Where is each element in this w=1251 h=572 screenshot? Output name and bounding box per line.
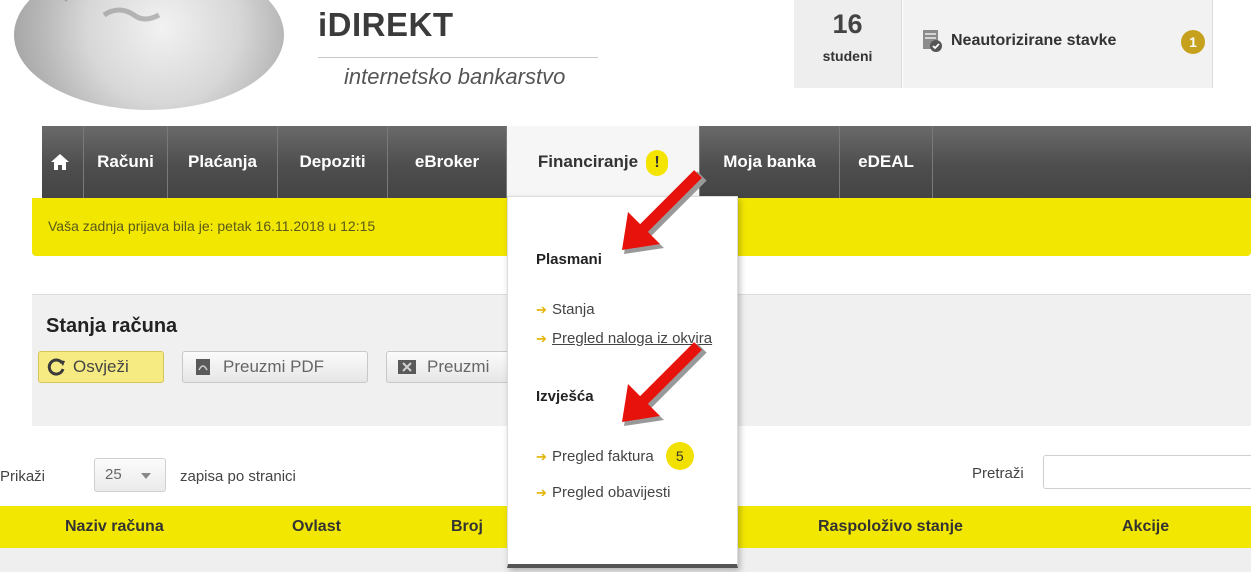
red-arrow-annotation	[622, 342, 707, 426]
column-number[interactable]: Broj	[451, 518, 483, 536]
download-excel-label: Preuzmi	[427, 357, 490, 376]
menu-item-pregled-faktura[interactable]: ➔ Pregled faktura 5	[536, 442, 694, 470]
page: iDIREKT internetsko bankarstvo 16 studen…	[0, 0, 1251, 572]
last-login-text: Vaša zadnja prijava bila je: petak 16.11…	[48, 218, 376, 234]
refresh-button[interactable]: Osvježi	[38, 351, 164, 383]
brand-divider	[318, 57, 598, 58]
date-month: studeni	[822, 48, 873, 64]
nav-placanja[interactable]: Plaćanja	[168, 126, 278, 198]
nav-depoziti[interactable]: Depoziti	[278, 126, 388, 198]
search-input[interactable]	[1043, 455, 1251, 489]
column-authority[interactable]: Ovlast	[292, 518, 341, 536]
refresh-icon	[47, 358, 65, 376]
show-label: Prikaži	[0, 468, 46, 485]
nav-home[interactable]	[42, 126, 84, 198]
nav-moja-banka[interactable]: Moja banka	[700, 126, 840, 198]
dropdown-heading-plasmani: Plasmani	[536, 251, 602, 268]
unauthorized-count-badge: 1	[1181, 30, 1205, 54]
per-page-label: zapisa po stranici	[180, 468, 296, 485]
column-available-balance[interactable]: Raspoloživo stanje	[818, 518, 963, 536]
search-label: Pretraži	[972, 465, 1024, 482]
document-check-icon	[923, 30, 942, 52]
excel-icon	[398, 360, 416, 374]
dropdown-heading-izvjesca: Izvješća	[536, 388, 594, 405]
invoice-count-badge: 5	[665, 442, 694, 470]
arrow-right-icon: ➔	[536, 331, 547, 346]
home-icon	[51, 154, 69, 170]
pdf-icon	[196, 359, 210, 375]
column-account-name[interactable]: Naziv računa	[65, 518, 164, 536]
download-pdf-button[interactable]: Preuzmi PDF	[182, 351, 368, 383]
unauthorized-items-label: Neautorizirane stavke	[951, 32, 1117, 49]
page-size-value: 25	[105, 466, 122, 483]
chevron-down-icon	[141, 473, 151, 479]
nav-racuni[interactable]: Računi	[84, 126, 168, 198]
menu-item-label: Pregled faktura	[552, 448, 654, 465]
menu-item-stanja[interactable]: ➔ Stanja	[536, 301, 595, 318]
nav-ebroker[interactable]: eBroker	[388, 126, 507, 198]
unauthorized-items-link[interactable]: Neautorizirane stavke 1	[903, 0, 1213, 88]
brand-title: iDIREKT	[318, 6, 454, 43]
menu-item-label: Stanja	[552, 301, 595, 318]
date-day: 16	[832, 9, 863, 39]
download-excel-button[interactable]: Preuzmi	[386, 351, 508, 383]
arrow-right-icon: ➔	[536, 485, 547, 500]
menu-item-label: Pregled obavijesti	[552, 484, 671, 501]
red-arrow-annotation	[622, 170, 707, 254]
current-date: 16 studeni	[794, 0, 902, 88]
page-size-select[interactable]: 25	[94, 458, 166, 492]
column-actions: Akcije	[1122, 518, 1170, 535]
world-map-icon	[64, 0, 161, 22]
menu-item-pregled-obavijesti[interactable]: ➔ Pregled obavijesti	[536, 484, 670, 501]
panel-title: Stanja računa	[46, 315, 178, 337]
globe-logo	[14, 0, 284, 110]
refresh-label: Osvježi	[73, 357, 129, 376]
download-pdf-label: Preuzmi PDF	[223, 357, 325, 376]
brand-subtitle: internetsko bankarstvo	[344, 64, 566, 89]
arrow-right-icon: ➔	[536, 449, 547, 464]
arrow-right-icon: ➔	[536, 302, 547, 317]
nav-edeal[interactable]: eDEAL	[840, 126, 933, 198]
